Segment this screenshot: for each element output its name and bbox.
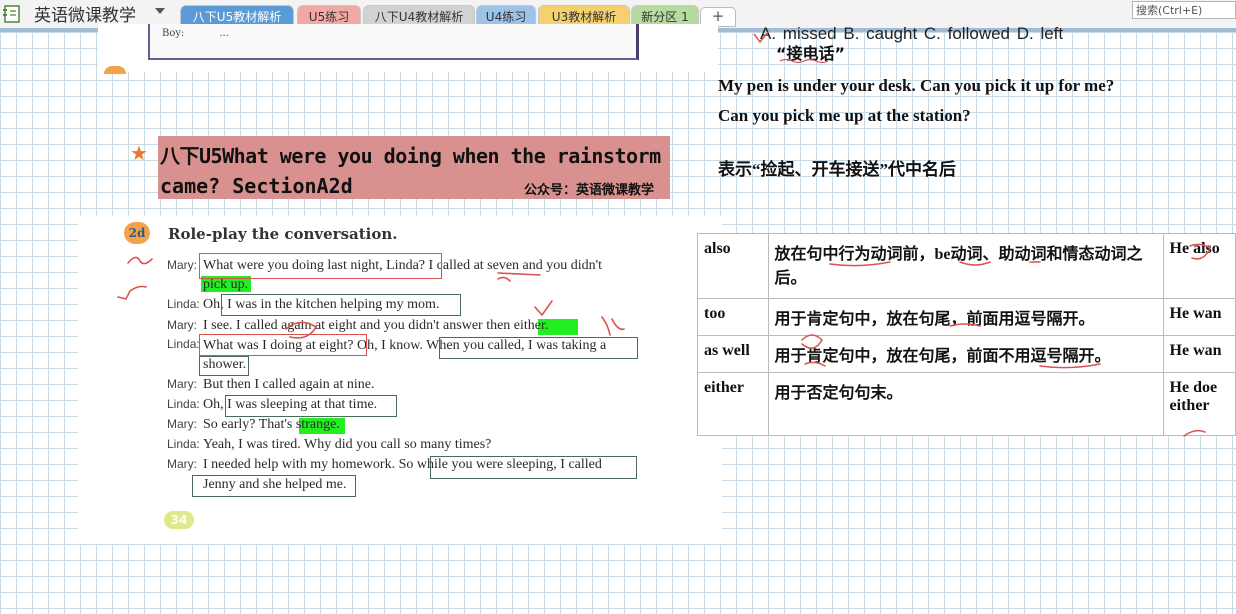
- notebook-name[interactable]: 英语微课教学: [34, 1, 136, 26]
- star-icon: ★: [130, 141, 148, 165]
- table-cell: either: [697, 372, 769, 436]
- pen-annotation: [753, 31, 829, 64]
- table-cell: too: [697, 298, 769, 336]
- annotation-box: [192, 475, 356, 497]
- wechat-label: 公众号：英语微课教学: [524, 183, 655, 198]
- annotation-box: [430, 456, 637, 479]
- activity-instruction: Role-play the conversation.: [168, 225, 398, 243]
- example-sentence-2: Can you pick me up at the station?: [718, 106, 971, 125]
- pen-annotation: [117, 256, 625, 339]
- notebook-icon[interactable]: [2, 4, 24, 24]
- table-cell: as well: [697, 335, 769, 373]
- chevron-down-icon[interactable]: [155, 8, 165, 14]
- activity-badge: 2d: [124, 222, 150, 244]
- page-title-line1: 八下U5What were you doing when the rainsto…: [160, 144, 661, 168]
- page-title-line2: came? SectionA2d: [160, 174, 353, 198]
- speaker: Mary:: [167, 457, 197, 471]
- table-cell: also: [697, 233, 769, 299]
- pen-annotation: [801, 243, 1211, 437]
- example-sentence-1: My pen is under your desk. Can you pick …: [718, 76, 1115, 95]
- meaning-note: 表示“捡起、开车接送”代中名后: [718, 160, 956, 179]
- page-number: 34: [164, 511, 194, 529]
- decorative-dot: [104, 66, 126, 74]
- boy-label: Boy: ...: [162, 28, 229, 39]
- search-input[interactable]: 搜索(Ctrl+E): [1132, 1, 1236, 19]
- textbook-frame: Boy: ...: [148, 24, 639, 60]
